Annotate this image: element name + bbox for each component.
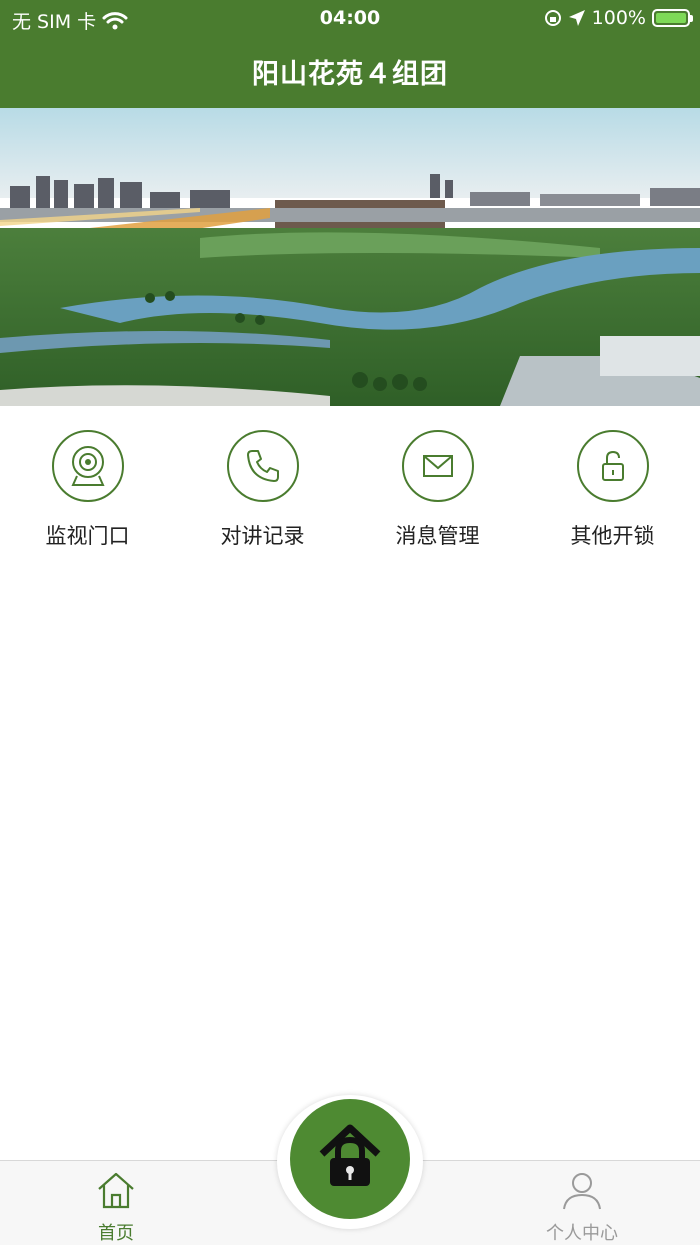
- tab-profile-label: 个人中心: [546, 1223, 618, 1244]
- tab-home-label: 首页: [98, 1223, 134, 1244]
- phone-icon: [246, 450, 279, 482]
- menu-item-other-unlock[interactable]: 其他开锁: [525, 430, 700, 550]
- feature-menu: 监视门口 对讲记录 消息管理 其他开锁: [0, 430, 700, 560]
- menu-label: 消息管理: [395, 524, 480, 548]
- home-icon: [98, 1172, 134, 1209]
- tab-profile[interactable]: 个人中心: [522, 1161, 642, 1245]
- battery-percent: 100%: [591, 7, 646, 29]
- camera-icon: [70, 446, 105, 486]
- menu-icon-circle: [226, 430, 299, 502]
- battery-icon: [652, 9, 693, 27]
- menu-item-monitor-door[interactable]: 监视门口: [0, 430, 175, 550]
- menu-item-intercom-records[interactable]: 对讲记录: [175, 430, 350, 550]
- menu-label: 监视门口: [45, 524, 130, 548]
- center-unlock-button[interactable]: [277, 1095, 423, 1229]
- orientation-lock-icon: [544, 10, 561, 26]
- city-park-scene: [0, 108, 700, 406]
- status-right: 100%: [544, 7, 693, 29]
- status-bar: 无 SIM 卡 04:00 100%: [0, 0, 700, 36]
- lock-house-icon: [319, 1124, 381, 1186]
- menu-icon-circle: [401, 430, 474, 502]
- location-icon: [568, 10, 585, 26]
- menu-icon-circle: [51, 430, 124, 502]
- user-icon: [563, 1173, 601, 1210]
- tab-home[interactable]: 首页: [56, 1161, 176, 1245]
- page-title: 阳山花苑４组团: [252, 59, 448, 90]
- banner-image: [0, 108, 700, 406]
- unlock-icon: [601, 450, 624, 481]
- mail-icon: [422, 455, 453, 477]
- menu-label: 其他开锁: [570, 524, 655, 548]
- menu-label: 对讲记录: [220, 524, 305, 548]
- menu-icon-circle: [576, 430, 649, 502]
- center-unlock-inner[interactable]: [290, 1099, 410, 1219]
- menu-item-messages[interactable]: 消息管理: [350, 430, 525, 550]
- app-header: 无 SIM 卡 04:00 100% 阳山花苑４组团: [0, 0, 700, 108]
